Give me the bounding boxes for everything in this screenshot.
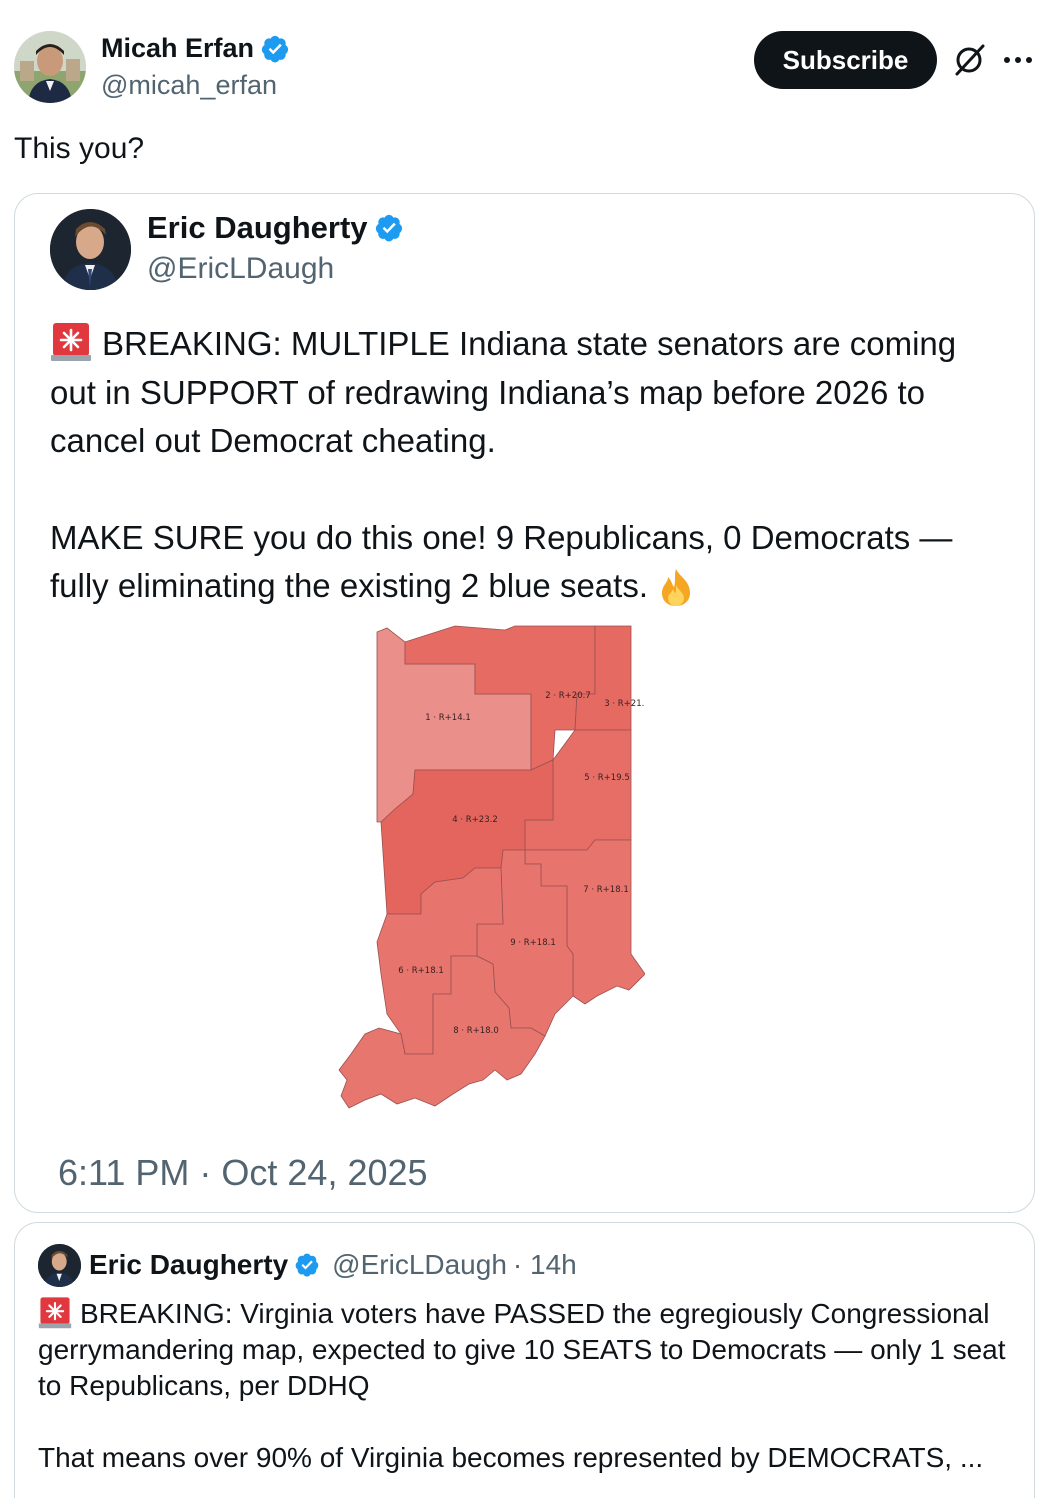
post-text: This you? — [14, 132, 145, 165]
district-label-3: 3 · R+21.1 — [604, 699, 645, 709]
quoted-avatar[interactable] — [50, 209, 131, 290]
subscribe-button[interactable]: Subscribe — [754, 31, 937, 89]
siren-emoji-icon — [38, 1297, 72, 1329]
author-name[interactable]: Micah Erfan — [101, 33, 254, 64]
verified-badge-icon — [261, 35, 289, 62]
quoted-paragraph: BREAKING: MULTIPLE Indiana state senator… — [50, 320, 1010, 466]
quoted-author-handle[interactable]: @EricLDaugh — [147, 252, 334, 286]
siren-emoji-icon — [51, 323, 91, 361]
quoted-paragraph-1: BREAKING: MULTIPLE Indiana state senator… — [50, 325, 957, 459]
quoted-paragraph: MAKE SURE you do this one! 9 Republicans… — [50, 514, 1010, 611]
verified-badge-icon — [295, 1253, 319, 1277]
district-label-8: 8 · R+18.0 — [453, 1026, 498, 1036]
reply-paragraph-1: BREAKING: Virginia voters have PASSED th… — [38, 1298, 1006, 1401]
reply-author-name[interactable]: Eric Daugherty — [89, 1249, 288, 1281]
author-handle[interactable]: @micah_erfan — [101, 70, 277, 101]
reply-tweet-text: BREAKING: Virginia voters have PASSED th… — [38, 1295, 1023, 1476]
indiana-district-map: 1 · R+14.1 2 · R+20.7 3 · R+21.1 4 · R+2… — [338, 625, 645, 1109]
district-label-2: 2 · R+20.7 — [545, 691, 590, 701]
district-label-9: 9 · R+18.1 — [510, 938, 555, 948]
reply-author-row[interactable]: Eric Daugherty @EricLDaugh · 14h — [89, 1249, 577, 1281]
quoted-paragraph-2: MAKE SURE you do this one! 9 Republicans… — [50, 518, 953, 605]
fire-emoji-icon — [662, 569, 690, 606]
reply-tweet-card[interactable]: Eric Daugherty @EricLDaugh · 14h BREAKIN… — [14, 1222, 1035, 1498]
quoted-timestamp[interactable]: 6:11 PM · Oct 24, 2025 — [58, 1152, 428, 1194]
quoted-tweet-card[interactable]: Eric Daugherty @EricLDaugh BREAKING: MUL… — [14, 193, 1035, 1213]
post-header: Micah Erfan @micah_erfan Subscribe — [0, 0, 1056, 120]
district-label-4: 4 · R+23.2 — [452, 815, 497, 825]
reply-paragraph: BREAKING: Virginia voters have PASSED th… — [38, 1295, 1023, 1404]
reply-avatar[interactable] — [38, 1244, 81, 1287]
quoted-author-name[interactable]: Eric Daugherty — [147, 210, 368, 246]
grok-icon[interactable] — [952, 43, 986, 77]
district-label-5: 5 · R+19.5 — [584, 773, 629, 783]
district-label-6: 6 · R+18.1 — [398, 966, 443, 976]
district-label-1: 1 · R+14.1 — [425, 713, 470, 723]
more-options-icon[interactable] — [1002, 52, 1034, 68]
reply-author-handle[interactable]: @EricLDaugh — [332, 1249, 507, 1281]
author-name-row[interactable]: Micah Erfan — [101, 33, 290, 64]
reply-time[interactable]: · 14h — [513, 1249, 577, 1281]
district-label-7: 7 · R+18.1 — [583, 885, 628, 895]
quoted-author-row[interactable]: Eric Daugherty — [147, 210, 404, 246]
avatar[interactable] — [14, 31, 86, 103]
verified-badge-icon — [375, 214, 402, 242]
quoted-tweet-text: BREAKING: MULTIPLE Indiana state senator… — [50, 320, 1010, 611]
reply-paragraph-2: That means over 90% of Virginia becomes … — [38, 1442, 984, 1473]
